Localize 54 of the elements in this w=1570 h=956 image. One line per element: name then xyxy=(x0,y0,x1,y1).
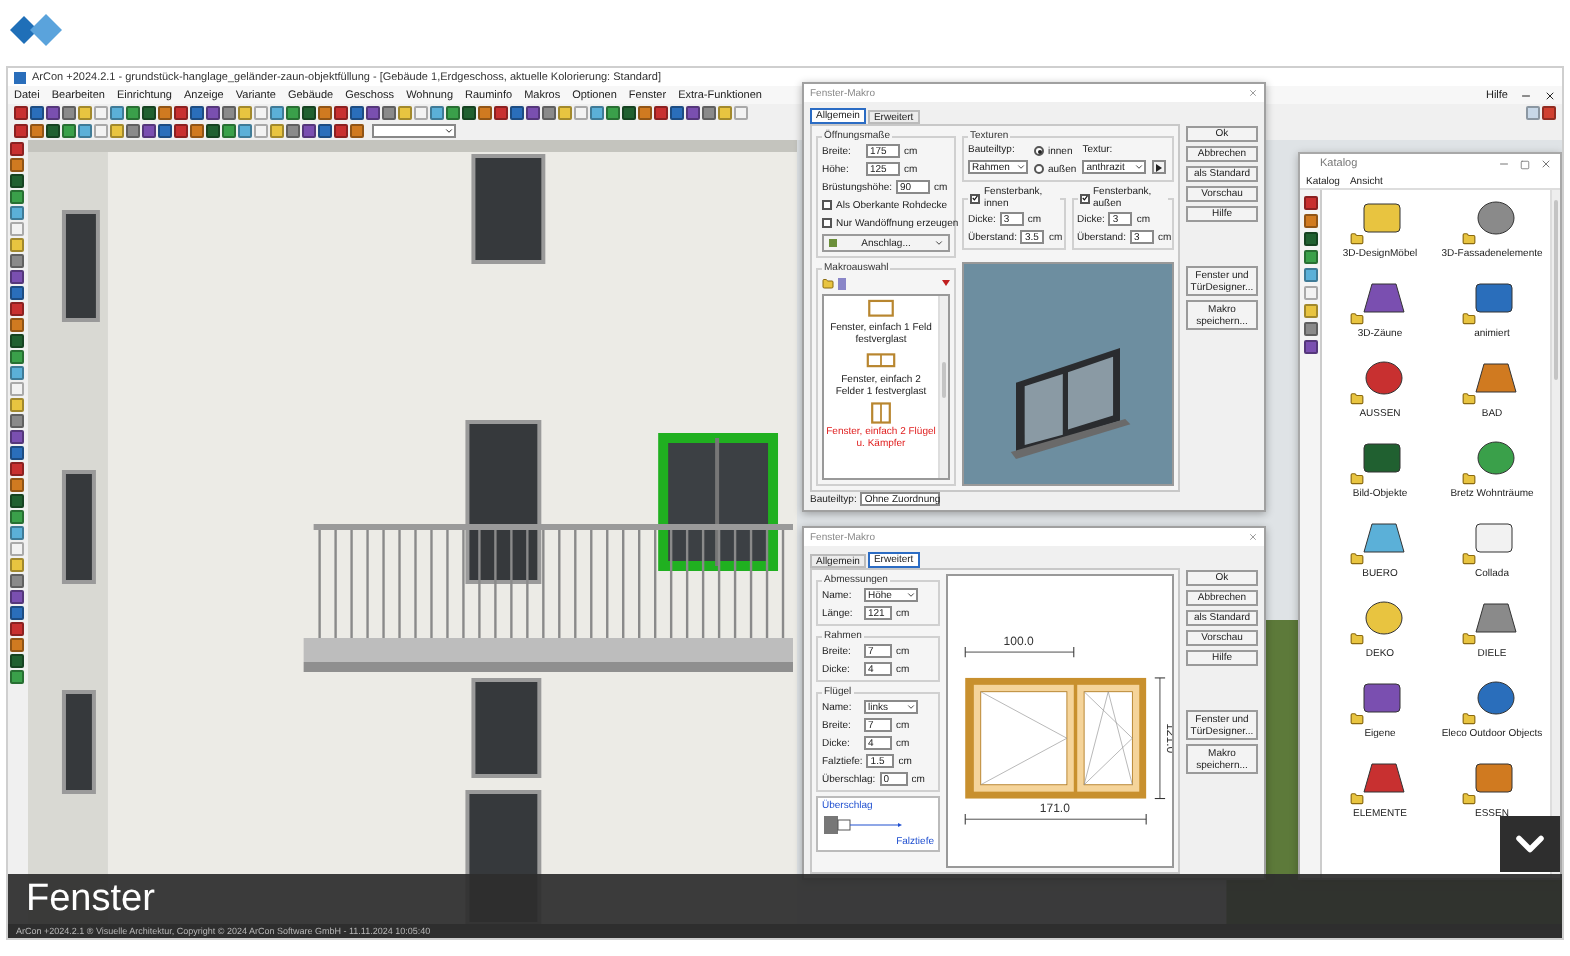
close-icon[interactable] xyxy=(1544,89,1556,101)
dimension-line xyxy=(1154,677,1166,800)
radio-button[interactable] xyxy=(1034,164,1044,174)
folder-icon xyxy=(1462,312,1476,326)
caret-icon xyxy=(1134,162,1145,172)
folder-icon xyxy=(1462,552,1476,566)
window xyxy=(61,690,96,794)
folder-icon xyxy=(1350,792,1364,806)
folder-icon xyxy=(1350,632,1364,646)
folder-icon xyxy=(1350,552,1364,566)
folder-icon xyxy=(1350,312,1364,326)
checkbox[interactable] xyxy=(822,200,832,210)
folder-icon[interactable] xyxy=(822,277,834,289)
window-thumbnail-icon xyxy=(864,350,898,372)
window xyxy=(471,678,542,778)
folder-icon xyxy=(1462,472,1476,486)
image-caption: Fenster xyxy=(8,874,1562,924)
folder-icon xyxy=(1462,232,1476,246)
profile-drawing xyxy=(822,814,902,834)
folder-icon xyxy=(1350,392,1364,406)
caret-icon xyxy=(906,702,916,712)
checkmark-icon xyxy=(1081,194,1087,202)
maximize-icon[interactable] xyxy=(1520,159,1530,169)
caret-icon[interactable] xyxy=(942,280,950,286)
minimize-icon[interactable] xyxy=(1498,158,1510,170)
window xyxy=(61,210,100,322)
app-icon xyxy=(14,71,26,83)
window-3d-drawing xyxy=(1010,348,1131,459)
folder-icon xyxy=(1350,232,1364,246)
caret-icon xyxy=(444,126,454,136)
folder-icon xyxy=(1350,472,1364,486)
caret-icon xyxy=(906,590,916,600)
checkbox[interactable] xyxy=(822,218,832,228)
highlighted-window[interactable] xyxy=(658,433,779,571)
window xyxy=(471,154,546,264)
next-button[interactable] xyxy=(1152,160,1167,174)
checkbox[interactable] xyxy=(970,193,980,203)
scrollbar[interactable] xyxy=(938,296,948,478)
minimize-icon[interactable] xyxy=(1520,89,1532,101)
folder-icon xyxy=(1462,712,1476,726)
folder-icon xyxy=(1462,392,1476,406)
folder-icon xyxy=(1462,632,1476,646)
play-icon xyxy=(1156,163,1163,171)
caret-icon xyxy=(1016,162,1026,172)
dimension-line xyxy=(964,646,1075,658)
caret-icon xyxy=(934,238,944,248)
folder-icon xyxy=(1350,712,1364,726)
window xyxy=(61,470,96,584)
radio-button[interactable] xyxy=(1034,146,1044,156)
folder-icon xyxy=(1462,792,1476,806)
expand-button[interactable] xyxy=(1500,816,1560,872)
toolbar-dropdown[interactable] xyxy=(372,124,456,138)
checkbox[interactable] xyxy=(1079,193,1089,203)
checkmark-icon xyxy=(972,194,978,202)
